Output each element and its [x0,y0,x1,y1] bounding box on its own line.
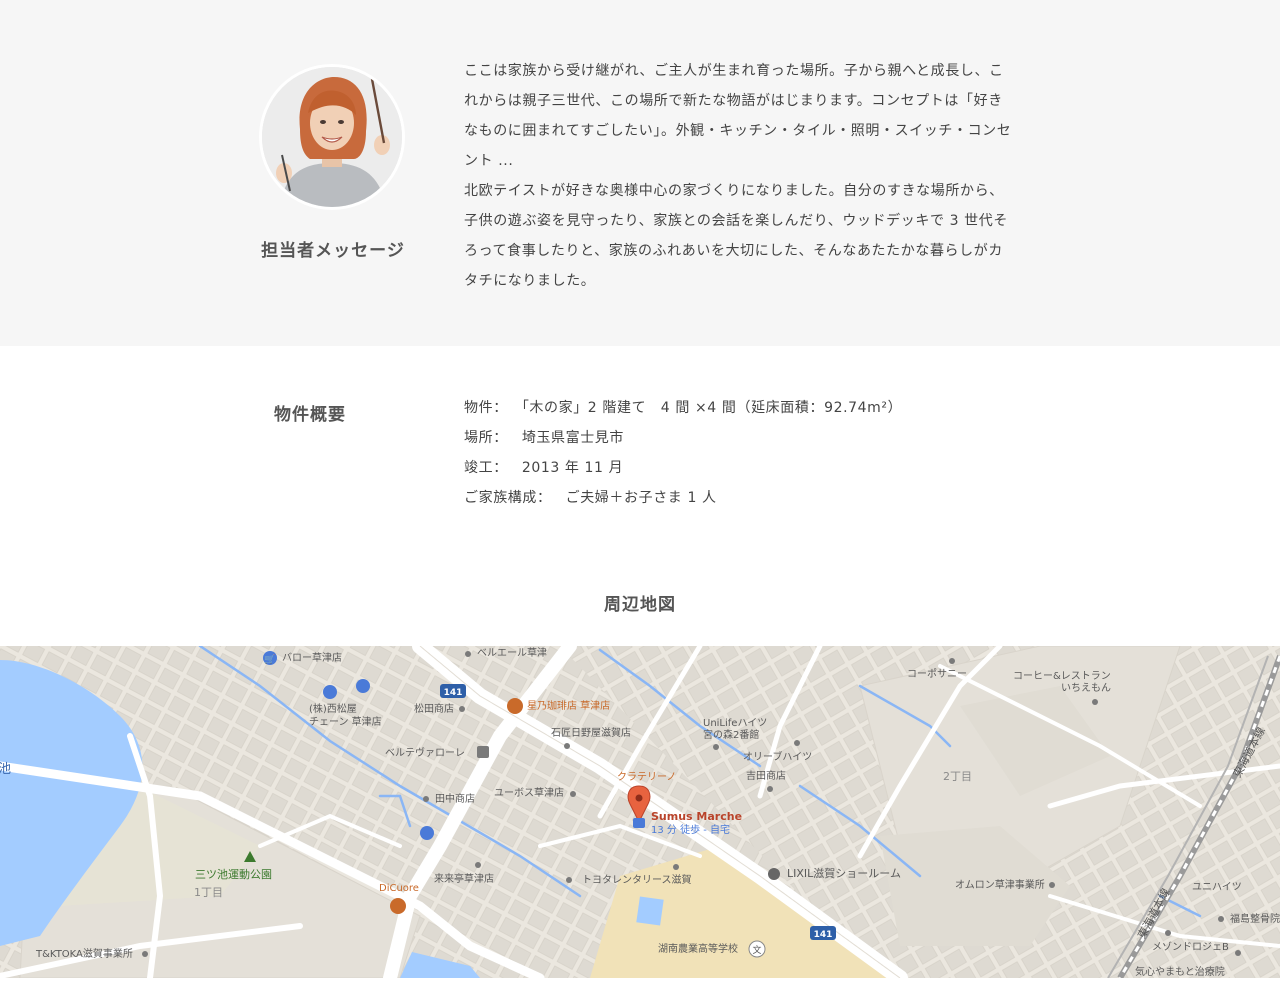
cart-icon[interactable]: 🛒 [263,651,277,665]
map-label: 気心やまもと治療院 [1135,965,1225,978]
map-label: 田中商店 [435,792,475,805]
map-label: コーポサニー [907,668,967,680]
map-label: 来来亭草津店 [434,872,494,885]
walk-time-label: 13 分 徒歩 - 自宅 [651,823,730,836]
svg-text:141: 141 [444,688,463,698]
staff-avatar [259,64,405,210]
map-label: クラテリーノ [617,771,676,783]
shopping-bag-icon[interactable] [420,826,434,840]
property-value: 「木の家」2 階建て 4 間 ×4 間（延床面積：92.74m²） [521,400,903,416]
map-label: オムロン草津事業所 [955,878,1045,891]
property-value: 埼玉県富士見市 [521,430,625,446]
map-label: ベルテヴァローレ [385,746,465,759]
map-label: 三ツ池運動公園 [195,867,272,881]
school-icon[interactable]: 文 [748,940,766,958]
property-row: 場所： 埼玉県富士見市 [464,423,902,453]
map-label: ユニハイツ [1192,882,1242,893]
landmark-icon[interactable] [477,746,489,758]
shopping-bag-icon[interactable] [356,679,370,693]
shopping-bag-icon[interactable] [323,685,337,699]
message-paragraph: ここは家族から受け継がれ、ご主人が生まれ育った場所。子から親へと成長し、これから… [464,63,1012,169]
property-label: ご家族構成： [464,490,552,506]
map-label: バロー草津店 [282,651,342,664]
message-paragraph: 北欧テイストが好きな奥様中心の家づくりになりました。自分のすきな場所から、子供の… [464,183,1008,289]
property-row: ご家族構成： ご夫婦＋お子さま 1 人 [464,483,902,513]
route-shield-141: 141 [440,684,466,698]
svg-text:文: 文 [752,944,761,956]
map-label: トヨタレンタリース滋賀 [582,873,692,886]
fork-knife-icon[interactable] [390,898,406,914]
map-label: (株)西松屋 [309,702,357,715]
map-label: LIXIL滋賀ショールーム [787,867,901,880]
map-label: いちえもん [1061,682,1111,694]
destination-label[interactable]: Sumus Marche [651,810,742,823]
map-label: UniLifeハイツ [703,718,767,729]
property-label: 場所： [464,430,508,446]
map-label: ベルエール草津 [477,647,547,659]
svg-text:141: 141 [814,930,833,940]
map-label: 宮の森2番館 [703,728,759,741]
message-section: 担当者メッセージ ここは家族から受け継がれ、ご主人が生まれ育った場所。子から親へ… [0,0,1280,346]
message-body: ここは家族から受け継がれ、ご主人が生まれ育った場所。子から親へと成長し、これから… [464,56,1012,296]
coffee-cup-icon[interactable] [507,698,523,714]
staff-photo [262,67,402,207]
map-label: 湖南農業高等学校 [658,942,738,955]
map-label: T&KTOKA滋賀事業所 [35,947,133,960]
map-label: メゾンドロジェB [1152,941,1229,953]
property-label: 物件： [464,400,508,416]
map-label: 吉田商店 [746,769,786,782]
map-canvas[interactable]: 141 141 🛒 文 バロー草津店 ベルエール草津 (株)西松屋 チェーン 草… [0,646,1280,978]
property-label: 竣工： [464,460,508,476]
property-row: 物件： 「木の家」2 階建て 4 間 ×4 間（延床面積：92.74m²） [464,393,902,423]
map-label: 2丁目 [943,770,972,783]
map-label: 福島整骨院 [1230,912,1280,925]
map-label: 1丁目 [194,886,223,899]
map-label: DiCuore [379,883,419,894]
message-heading: 担当者メッセージ [261,241,405,261]
route-shield-141: 141 [810,926,836,940]
svg-text:🛒: 🛒 [264,653,275,665]
map-label: 星乃珈琲店 草津店 [527,699,610,712]
map-label: 池 [0,762,11,777]
area-map[interactable]: 141 141 🛒 文 バロー草津店 ベルエール草津 (株)西松屋 チェーン 草… [0,646,1280,978]
property-heading: 物件概要 [274,405,346,425]
map-heading: 周辺地図 [604,595,676,615]
map-label: チェーン 草津店 [309,715,382,728]
property-list: 物件： 「木の家」2 階建て 4 間 ×4 間（延床面積：92.74m²） 場所：… [464,393,902,513]
map-label: 松田商店 [414,702,454,715]
map-label: コーヒー&レストラン [1013,670,1111,682]
shopping-bag-icon[interactable] [768,868,780,880]
map-label: ユーボス草津店 [494,786,564,799]
map-label: 石匠日野屋滋賀店 [551,726,631,739]
property-value: 2013 年 11 月 [521,460,624,476]
map-label: オリーブハイツ [743,750,812,763]
property-row: 竣工： 2013 年 11 月 [464,453,902,483]
property-value: ご夫婦＋お子さま 1 人 [565,490,717,506]
